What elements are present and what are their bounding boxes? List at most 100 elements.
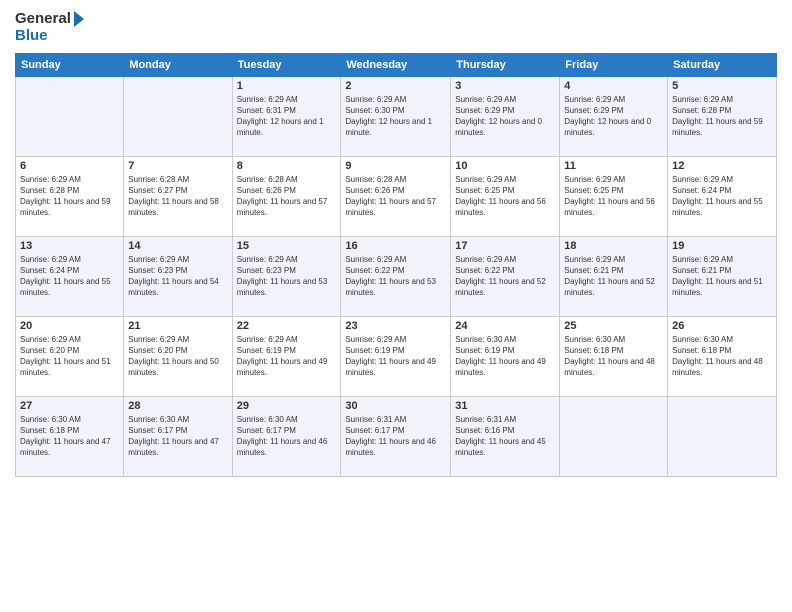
- day-cell: 7 Sunrise: 6:28 AMSunset: 6:27 PMDaylight…: [124, 156, 232, 236]
- day-number: 2: [345, 80, 446, 92]
- weekday-header-saturday: Saturday: [668, 53, 777, 76]
- day-info: Sunrise: 6:29 AMSunset: 6:24 PMDaylight:…: [20, 254, 119, 299]
- week-row-1: 1 Sunrise: 6:29 AMSunset: 6:31 PMDaylight…: [16, 76, 777, 156]
- day-number: 24: [455, 320, 555, 332]
- day-cell: 1 Sunrise: 6:29 AMSunset: 6:31 PMDaylight…: [232, 76, 341, 156]
- day-number: 17: [455, 240, 555, 252]
- day-info: Sunrise: 6:29 AMSunset: 6:21 PMDaylight:…: [564, 254, 663, 299]
- weekday-header-tuesday: Tuesday: [232, 53, 341, 76]
- day-cell: 16Sunrise: 6:29 AMSunset: 6:22 PMDayligh…: [341, 236, 451, 316]
- day-info: Sunrise: 6:28 AMSunset: 6:26 PMDaylight:…: [237, 174, 337, 219]
- day-info: Sunrise: 6:30 AMSunset: 6:18 PMDaylight:…: [672, 334, 772, 379]
- day-number: 30: [345, 400, 446, 412]
- day-info: Sunrise: 6:29 AMSunset: 6:23 PMDaylight:…: [128, 254, 227, 299]
- day-cell: 28 Sunrise: 6:30 AMSunset: 6:17 PMDayligh…: [124, 396, 232, 476]
- day-number: 8: [237, 160, 337, 172]
- day-info: Sunrise: 6:28 AMSunset: 6:26 PMDaylight:…: [345, 174, 446, 219]
- day-cell: 24 Sunrise: 6:30 AMSunset: 6:19 PMDayligh…: [451, 316, 560, 396]
- day-cell: 29Sunrise: 6:30 AMSunset: 6:17 PMDayligh…: [232, 396, 341, 476]
- day-number: 1: [237, 80, 337, 92]
- day-cell: 12 Sunrise: 6:29 AMSunset: 6:24 PMDayligh…: [668, 156, 777, 236]
- day-number: 5: [672, 80, 772, 92]
- day-cell: 22 Sunrise: 6:29 AMSunset: 6:19 PMDayligh…: [232, 316, 341, 396]
- logo-general: General: [15, 10, 84, 27]
- day-number: 18: [564, 240, 663, 252]
- day-cell: 3 Sunrise: 6:29 AMSunset: 6:29 PMDaylight…: [451, 76, 560, 156]
- day-info: Sunrise: 6:30 AMSunset: 6:19 PMDaylight:…: [455, 334, 555, 379]
- weekday-header-sunday: Sunday: [16, 53, 124, 76]
- weekday-header-wednesday: Wednesday: [341, 53, 451, 76]
- day-number: 21: [128, 320, 227, 332]
- day-cell: 19 Sunrise: 6:29 AMSunset: 6:21 PMDayligh…: [668, 236, 777, 316]
- logo-blue: Blue: [15, 27, 84, 44]
- day-info: Sunrise: 6:29 AMSunset: 6:20 PMDaylight:…: [20, 334, 119, 379]
- week-row-4: 20 Sunrise: 6:29 AMSunset: 6:20 PMDayligh…: [16, 316, 777, 396]
- day-cell: 8 Sunrise: 6:28 AMSunset: 6:26 PMDaylight…: [232, 156, 341, 236]
- day-info: Sunrise: 6:29 AMSunset: 6:19 PMDaylight:…: [345, 334, 446, 379]
- day-info: Sunrise: 6:29 AMSunset: 6:29 PMDaylight:…: [455, 94, 555, 139]
- week-row-5: 27Sunrise: 6:30 AMSunset: 6:18 PMDayligh…: [16, 396, 777, 476]
- day-info: Sunrise: 6:29 AMSunset: 6:30 PMDaylight:…: [345, 94, 446, 139]
- day-cell: 10Sunrise: 6:29 AMSunset: 6:25 PMDayligh…: [451, 156, 560, 236]
- calendar: SundayMondayTuesdayWednesdayThursdayFrid…: [15, 53, 777, 477]
- week-row-2: 6Sunrise: 6:29 AMSunset: 6:28 PMDaylight…: [16, 156, 777, 236]
- day-info: Sunrise: 6:29 AMSunset: 6:22 PMDaylight:…: [345, 254, 446, 299]
- day-cell: 13 Sunrise: 6:29 AMSunset: 6:24 PMDayligh…: [16, 236, 124, 316]
- day-cell: 6Sunrise: 6:29 AMSunset: 6:28 PMDaylight…: [16, 156, 124, 236]
- day-info: Sunrise: 6:29 AMSunset: 6:19 PMDaylight:…: [237, 334, 337, 379]
- day-info: Sunrise: 6:29 AMSunset: 6:22 PMDaylight:…: [455, 254, 555, 299]
- day-cell: 23Sunrise: 6:29 AMSunset: 6:19 PMDayligh…: [341, 316, 451, 396]
- weekday-header-monday: Monday: [124, 53, 232, 76]
- day-number: 4: [564, 80, 663, 92]
- day-info: Sunrise: 6:30 AMSunset: 6:17 PMDaylight:…: [128, 414, 227, 459]
- day-cell: 20 Sunrise: 6:29 AMSunset: 6:20 PMDayligh…: [16, 316, 124, 396]
- day-cell: 14Sunrise: 6:29 AMSunset: 6:23 PMDayligh…: [124, 236, 232, 316]
- day-info: Sunrise: 6:29 AMSunset: 6:28 PMDaylight:…: [672, 94, 772, 139]
- day-number: 25: [564, 320, 663, 332]
- day-info: Sunrise: 6:31 AMSunset: 6:17 PMDaylight:…: [345, 414, 446, 459]
- day-info: Sunrise: 6:29 AMSunset: 6:23 PMDaylight:…: [237, 254, 337, 299]
- day-number: 7: [128, 160, 227, 172]
- weekday-header-friday: Friday: [560, 53, 668, 76]
- page: General Blue SundayMondayTuesdayWednesda…: [0, 0, 792, 612]
- day-number: 9: [345, 160, 446, 172]
- day-number: 13: [20, 240, 119, 252]
- header: General Blue: [15, 10, 777, 45]
- day-number: 26: [672, 320, 772, 332]
- day-cell: 30 Sunrise: 6:31 AMSunset: 6:17 PMDayligh…: [341, 396, 451, 476]
- day-cell: [560, 396, 668, 476]
- day-number: 29: [237, 400, 337, 412]
- day-number: 19: [672, 240, 772, 252]
- day-cell: 15 Sunrise: 6:29 AMSunset: 6:23 PMDayligh…: [232, 236, 341, 316]
- day-info: Sunrise: 6:29 AMSunset: 6:28 PMDaylight:…: [20, 174, 119, 219]
- day-info: Sunrise: 6:29 AMSunset: 6:25 PMDaylight:…: [564, 174, 663, 219]
- day-number: 3: [455, 80, 555, 92]
- day-cell: 26 Sunrise: 6:30 AMSunset: 6:18 PMDayligh…: [668, 316, 777, 396]
- day-info: Sunrise: 6:31 AMSunset: 6:16 PMDaylight:…: [455, 414, 555, 459]
- day-info: Sunrise: 6:29 AMSunset: 6:29 PMDaylight:…: [564, 94, 663, 139]
- day-info: Sunrise: 6:29 AMSunset: 6:31 PMDaylight:…: [237, 94, 337, 139]
- day-cell: 5 Sunrise: 6:29 AMSunset: 6:28 PMDaylight…: [668, 76, 777, 156]
- day-cell: 11 Sunrise: 6:29 AMSunset: 6:25 PMDayligh…: [560, 156, 668, 236]
- day-number: 22: [237, 320, 337, 332]
- day-cell: [668, 396, 777, 476]
- day-cell: 18 Sunrise: 6:29 AMSunset: 6:21 PMDayligh…: [560, 236, 668, 316]
- day-info: Sunrise: 6:28 AMSunset: 6:27 PMDaylight:…: [128, 174, 227, 219]
- day-cell: 17 Sunrise: 6:29 AMSunset: 6:22 PMDayligh…: [451, 236, 560, 316]
- day-cell: 25Sunrise: 6:30 AMSunset: 6:18 PMDayligh…: [560, 316, 668, 396]
- day-info: Sunrise: 6:29 AMSunset: 6:24 PMDaylight:…: [672, 174, 772, 219]
- day-number: 12: [672, 160, 772, 172]
- day-info: Sunrise: 6:29 AMSunset: 6:25 PMDaylight:…: [455, 174, 555, 219]
- day-number: 20: [20, 320, 119, 332]
- day-number: 15: [237, 240, 337, 252]
- day-number: 31: [455, 400, 555, 412]
- day-cell: 21Sunrise: 6:29 AMSunset: 6:20 PMDayligh…: [124, 316, 232, 396]
- day-number: 28: [128, 400, 227, 412]
- day-cell: 4 Sunrise: 6:29 AMSunset: 6:29 PMDaylight…: [560, 76, 668, 156]
- day-cell: 9 Sunrise: 6:28 AMSunset: 6:26 PMDaylight…: [341, 156, 451, 236]
- day-number: 11: [564, 160, 663, 172]
- day-cell: [16, 76, 124, 156]
- week-row-3: 13 Sunrise: 6:29 AMSunset: 6:24 PMDayligh…: [16, 236, 777, 316]
- day-info: Sunrise: 6:29 AMSunset: 6:21 PMDaylight:…: [672, 254, 772, 299]
- weekday-header-row: SundayMondayTuesdayWednesdayThursdayFrid…: [16, 53, 777, 76]
